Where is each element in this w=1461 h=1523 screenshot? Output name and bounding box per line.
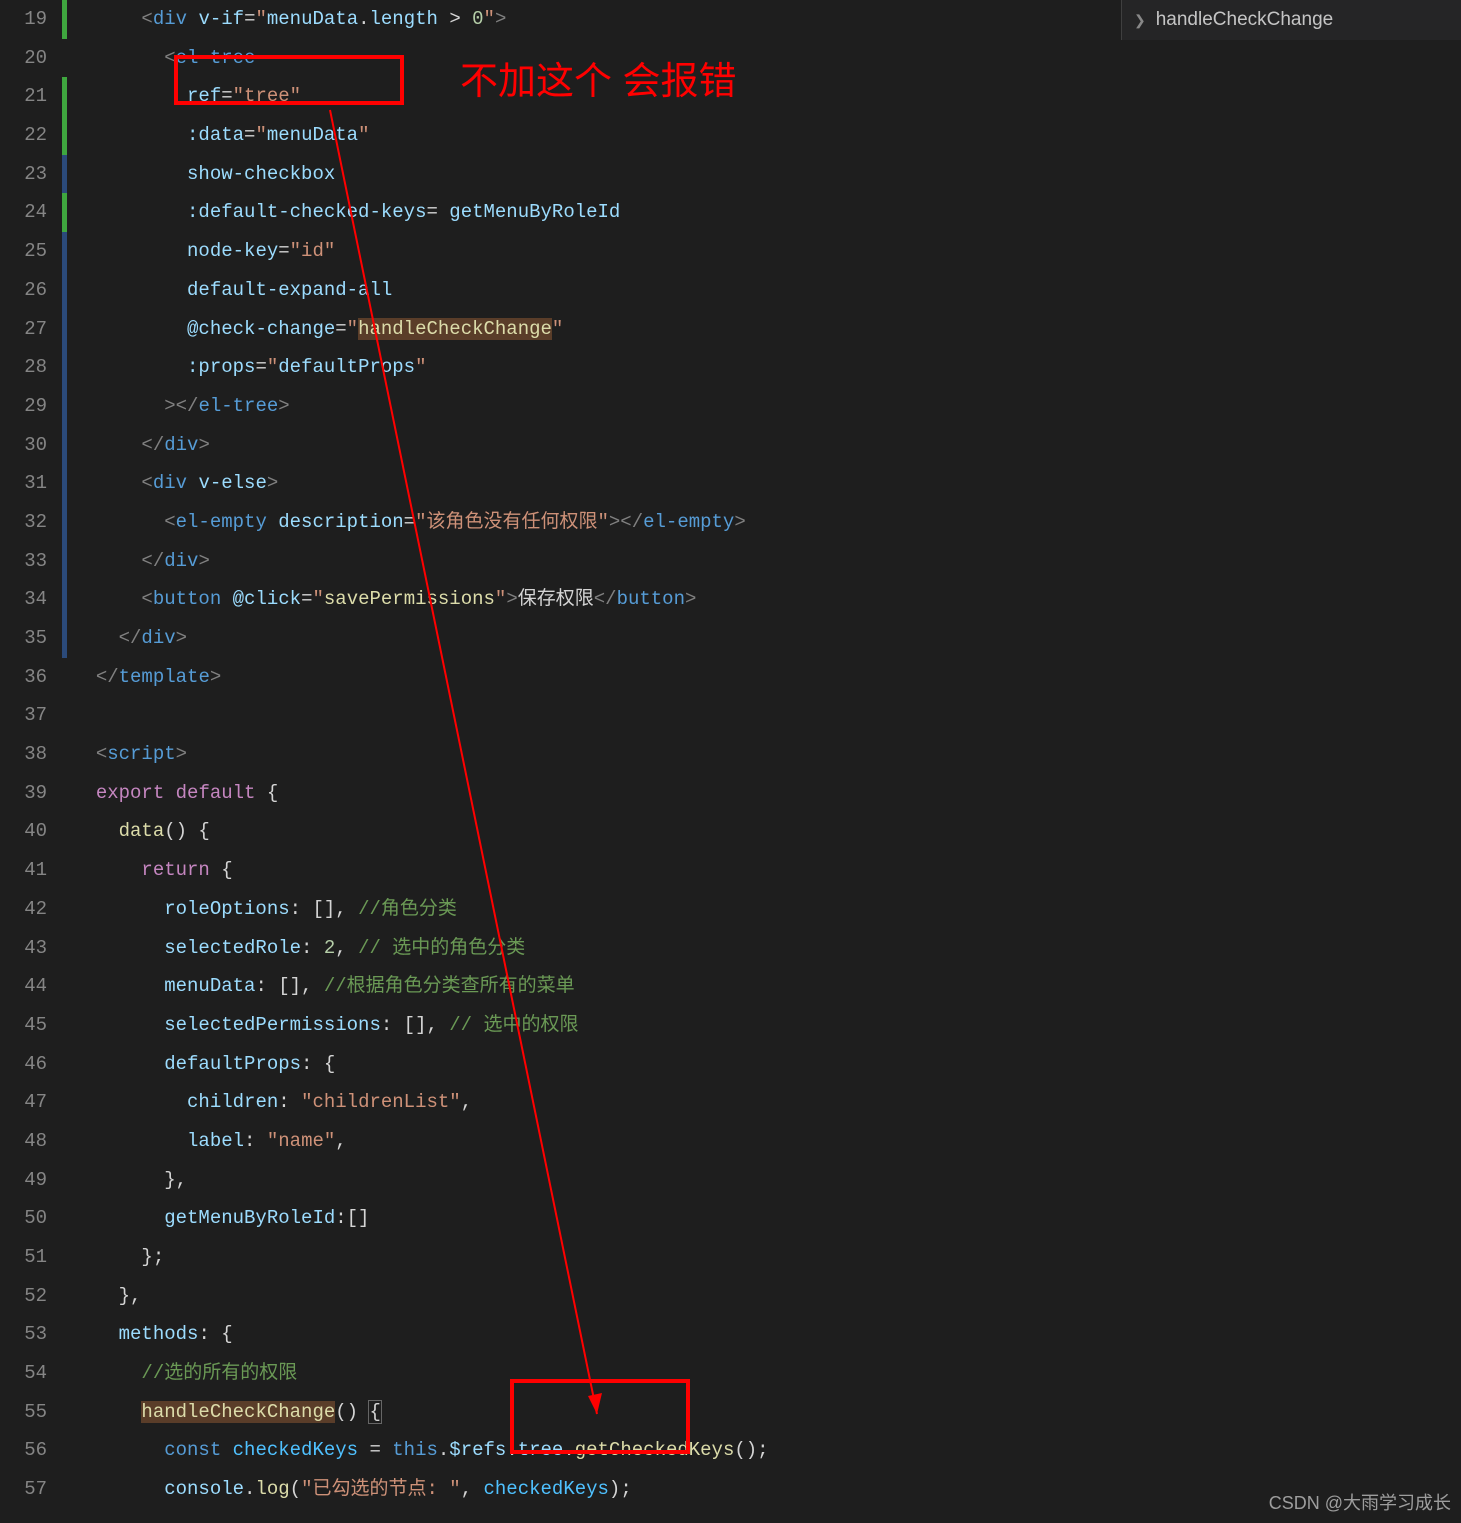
line-number: 38 — [0, 735, 47, 774]
line-number: 37 — [0, 696, 47, 735]
code-line[interactable]: const checkedKeys = this.$refs.tree.getC… — [73, 1431, 1461, 1470]
annotation-text: 不加这个 会报错 — [460, 50, 737, 105]
line-number: 48 — [0, 1122, 47, 1161]
code-line[interactable]: selectedRole: 2, // 选中的角色分类 — [73, 929, 1461, 968]
line-number: 27 — [0, 310, 47, 349]
line-number: 45 — [0, 1006, 47, 1045]
line-number: 40 — [0, 812, 47, 851]
line-number: 31 — [0, 464, 47, 503]
code-line[interactable]: ref="tree" — [73, 77, 1461, 116]
code-line[interactable]: handleCheckChange() { — [73, 1393, 1461, 1432]
line-number: 23 — [0, 155, 47, 194]
code-editor[interactable]: 1920212223242526272829303132333435363738… — [0, 0, 1461, 1523]
chevron-right-icon: ❯ — [1134, 12, 1146, 29]
line-number: 46 — [0, 1045, 47, 1084]
line-number: 36 — [0, 658, 47, 697]
code-line[interactable] — [73, 696, 1461, 735]
line-number: 28 — [0, 348, 47, 387]
code-line[interactable]: <div v-else> — [73, 464, 1461, 503]
line-number: 26 — [0, 271, 47, 310]
code-line[interactable]: <script> — [73, 735, 1461, 774]
code-line[interactable]: </div> — [73, 619, 1461, 658]
line-number: 32 — [0, 503, 47, 542]
code-line[interactable]: ></el-tree> — [73, 387, 1461, 426]
line-number: 55 — [0, 1393, 47, 1432]
line-number: 57 — [0, 1470, 47, 1509]
line-number: 49 — [0, 1161, 47, 1200]
code-line[interactable]: }; — [73, 1238, 1461, 1277]
line-number: 50 — [0, 1199, 47, 1238]
code-line[interactable]: </div> — [73, 426, 1461, 465]
line-number: 30 — [0, 426, 47, 465]
line-number: 52 — [0, 1277, 47, 1316]
code-line[interactable]: @check-change="handleCheckChange" — [73, 310, 1461, 349]
line-number: 20 — [0, 39, 47, 78]
code-line[interactable]: <button @click="savePermissions">保存权限</b… — [73, 580, 1461, 619]
code-area[interactable]: <div v-if="menuData.length > 0"> <el-tre… — [65, 0, 1461, 1523]
line-number: 33 — [0, 542, 47, 581]
code-line[interactable]: console.log("已勾选的节点: ", checkedKeys); — [73, 1470, 1461, 1509]
line-number: 41 — [0, 851, 47, 890]
line-number: 19 — [0, 0, 47, 39]
line-number: 22 — [0, 116, 47, 155]
code-line[interactable]: data() { — [73, 812, 1461, 851]
code-line[interactable]: }, — [73, 1161, 1461, 1200]
code-line[interactable]: menuData: [], //根据角色分类查所有的菜单 — [73, 967, 1461, 1006]
code-line[interactable]: //选的所有的权限 — [73, 1354, 1461, 1393]
line-number: 24 — [0, 193, 47, 232]
code-line[interactable]: roleOptions: [], //角色分类 — [73, 890, 1461, 929]
code-line[interactable]: <el-tree — [73, 39, 1461, 78]
code-line[interactable]: default-expand-all — [73, 271, 1461, 310]
line-number: 44 — [0, 967, 47, 1006]
code-line[interactable]: </template> — [73, 658, 1461, 697]
code-line[interactable]: }, — [73, 1277, 1461, 1316]
code-line[interactable]: children: "childrenList", — [73, 1083, 1461, 1122]
code-line[interactable]: show-checkbox — [73, 155, 1461, 194]
code-line[interactable]: :data="menuData" — [73, 116, 1461, 155]
code-line[interactable]: :props="defaultProps" — [73, 348, 1461, 387]
line-number: 29 — [0, 387, 47, 426]
line-number: 34 — [0, 580, 47, 619]
code-line[interactable]: <el-empty description="该角色没有任何权限"></el-e… — [73, 503, 1461, 542]
line-number: 54 — [0, 1354, 47, 1393]
breadcrumb-bar[interactable]: ❯ handleCheckChange — [1121, 0, 1461, 40]
line-number: 25 — [0, 232, 47, 271]
code-line[interactable]: export default { — [73, 774, 1461, 813]
code-line[interactable]: selectedPermissions: [], // 选中的权限 — [73, 1006, 1461, 1045]
code-line[interactable]: :default-checked-keys= getMenuByRoleId — [73, 193, 1461, 232]
line-number: 53 — [0, 1315, 47, 1354]
line-number-gutter: 1920212223242526272829303132333435363738… — [0, 0, 65, 1523]
line-number: 42 — [0, 890, 47, 929]
line-number: 51 — [0, 1238, 47, 1277]
line-number: 35 — [0, 619, 47, 658]
watermark: CSDN @大雨学习成长 — [1269, 1489, 1451, 1515]
code-line[interactable]: defaultProps: { — [73, 1045, 1461, 1084]
code-line[interactable]: label: "name", — [73, 1122, 1461, 1161]
line-number: 56 — [0, 1431, 47, 1470]
code-line[interactable]: return { — [73, 851, 1461, 890]
line-number: 47 — [0, 1083, 47, 1122]
line-number: 43 — [0, 929, 47, 968]
code-line[interactable]: </div> — [73, 542, 1461, 581]
code-line[interactable]: methods: { — [73, 1315, 1461, 1354]
code-line[interactable]: node-key="id" — [73, 232, 1461, 271]
code-line[interactable]: getMenuByRoleId:[] — [73, 1199, 1461, 1238]
line-number: 39 — [0, 774, 47, 813]
breadcrumb-label[interactable]: handleCheckChange — [1156, 9, 1333, 31]
line-number: 21 — [0, 77, 47, 116]
